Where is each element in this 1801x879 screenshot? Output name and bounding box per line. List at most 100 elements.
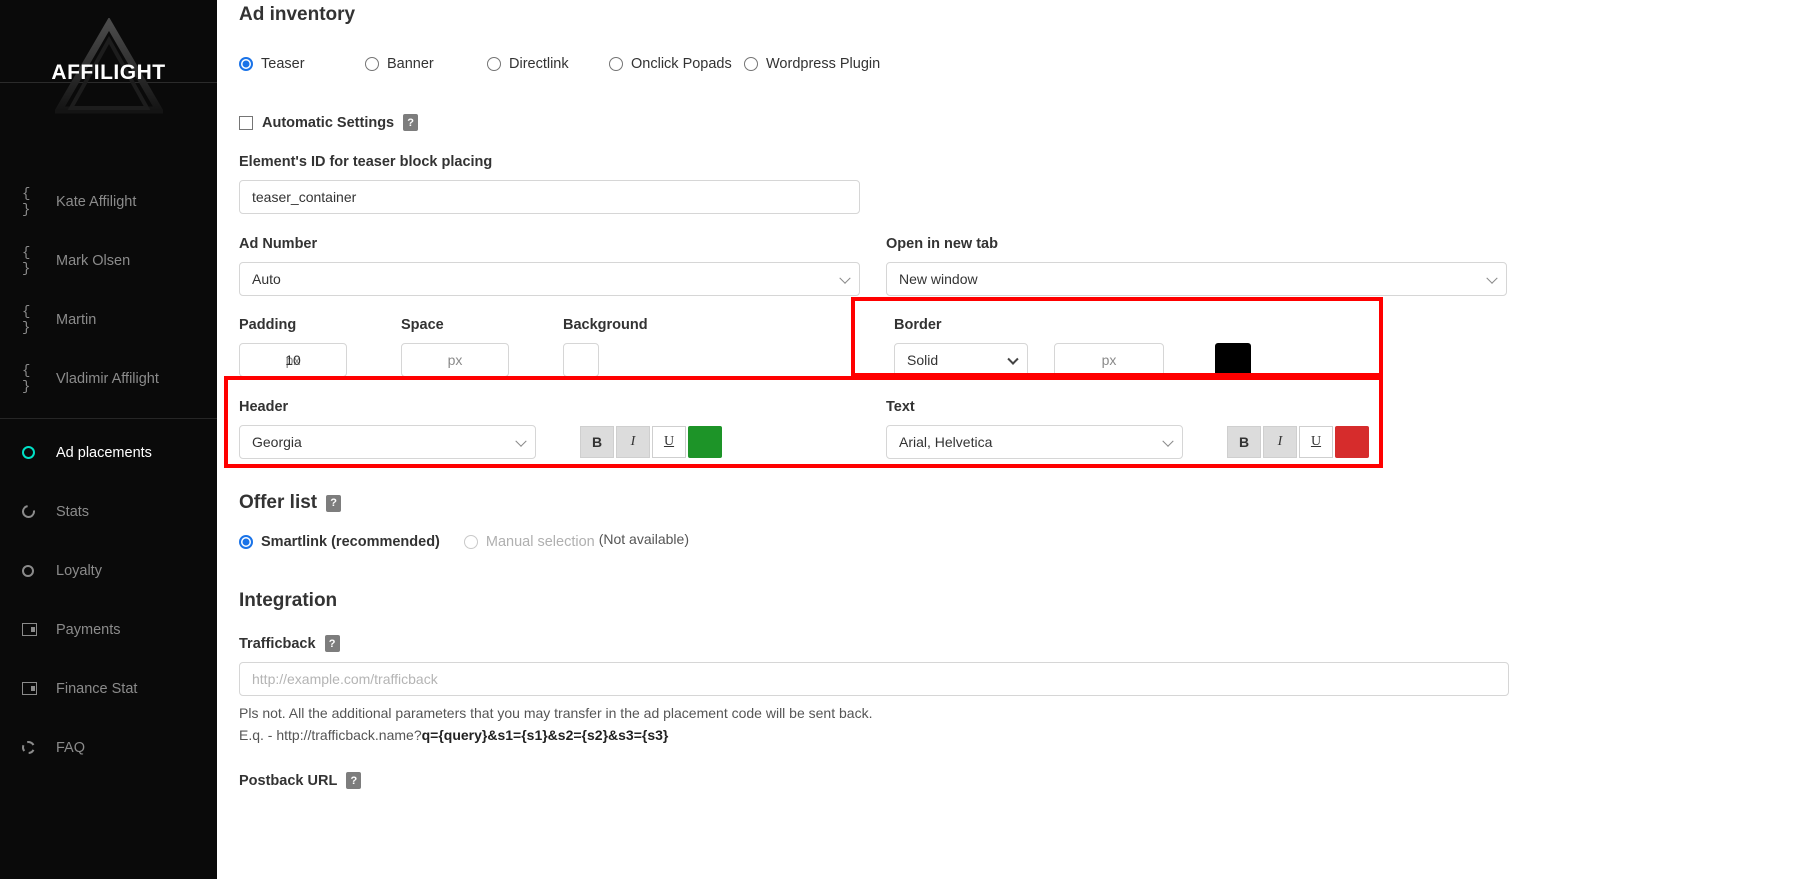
- background-color-input[interactable]: [563, 343, 599, 377]
- sidebar-item-label: Mark Olsen: [56, 252, 131, 269]
- radio-label: Onclick Popads: [631, 56, 732, 72]
- radio-label: Manual selection: [485, 534, 595, 550]
- sidebar-item-vladimir-affilight[interactable]: { } Vladimir Affilight: [0, 349, 217, 408]
- header-font-select[interactable]: Georgia: [239, 425, 536, 459]
- postback-label-row: Postback URL ?: [239, 772, 1781, 789]
- header-style-buttons: B I U: [580, 426, 722, 458]
- ring-thin-icon: [22, 564, 48, 577]
- text-bold-button[interactable]: B: [1227, 426, 1261, 458]
- trafficback-hint-prefix: E.q. - http://trafficback.name?: [239, 727, 422, 743]
- sidebar-item-ad-placements[interactable]: Ad placements: [0, 423, 217, 482]
- trafficback-hint: Pls not. All the additional parameters t…: [239, 702, 1781, 746]
- border-color-swatch[interactable]: [1215, 343, 1251, 377]
- trafficback-label-row: Trafficback ?: [239, 635, 1781, 652]
- ad-number-select[interactable]: Auto: [239, 262, 860, 296]
- dashed-circle-icon: [22, 741, 48, 754]
- text-italic-button[interactable]: I: [1263, 426, 1297, 458]
- padding-label: Padding: [239, 317, 297, 333]
- sidebar-item-mark-olsen[interactable]: { } Mark Olsen: [0, 231, 217, 290]
- postback-label: Postback URL: [239, 772, 338, 789]
- open-in-new-tab-field: Open in new tab New window: [886, 236, 1507, 296]
- checkbox-automatic-settings[interactable]: Automatic Settings: [239, 115, 394, 131]
- trafficback-label: Trafficback: [239, 635, 316, 652]
- header-color-swatch[interactable]: [688, 426, 722, 458]
- header-font-value: Georgia: [252, 434, 302, 450]
- manual-selection-note: (Not available): [598, 531, 689, 547]
- help-icon[interactable]: ?: [324, 635, 340, 652]
- sidebar-item-label: Ad placements: [56, 444, 152, 461]
- open-in-new-tab-select[interactable]: New window: [886, 262, 1507, 296]
- border-style-select[interactable]: Solid: [894, 343, 1028, 377]
- radio-teaser[interactable]: Teaser: [239, 56, 365, 72]
- header-italic-button[interactable]: I: [616, 426, 650, 458]
- sidebar-item-label: Payments: [56, 621, 121, 638]
- open-in-new-tab-label: Open in new tab: [886, 236, 998, 252]
- radio-banner[interactable]: Banner: [365, 56, 487, 72]
- radio-label: Directlink: [509, 56, 569, 72]
- sidebar-item-label: Loyalty: [56, 562, 102, 579]
- sidebar-item-faq[interactable]: FAQ: [0, 718, 217, 777]
- ad-number-row: Ad Number Auto Open in new tab New windo…: [239, 236, 1781, 296]
- trafficback-hint-params: q={query}&s1={s1}&s2={s2}&s3={s3}: [421, 727, 669, 743]
- border-width-value: [1055, 344, 1163, 376]
- help-icon[interactable]: ?: [346, 772, 362, 789]
- text-font-value: Arial, Helvetica: [899, 434, 993, 450]
- text-style-buttons: B I U: [1227, 426, 1369, 458]
- ad-number-field: Ad Number Auto: [239, 236, 860, 296]
- help-icon[interactable]: ?: [326, 494, 342, 512]
- element-id-field: Element's ID for teaser block placing: [239, 154, 1781, 214]
- ad-number-label: Ad Number: [239, 236, 318, 252]
- integration-title: Integration: [239, 590, 338, 611]
- automatic-settings-row: Automatic Settings ?: [239, 114, 1781, 131]
- space-field: Space px: [401, 317, 563, 377]
- sidebar-item-martin[interactable]: { } Martin: [0, 290, 217, 349]
- sidebar-item-loyalty[interactable]: Loyalty: [0, 541, 217, 600]
- text-underline-button[interactable]: U: [1299, 426, 1333, 458]
- trafficback-input[interactable]: [239, 662, 1509, 696]
- element-id-input[interactable]: [239, 180, 860, 214]
- radio-indicator: [365, 57, 379, 71]
- space-label: Space: [401, 317, 444, 333]
- text-typography-group: Text Arial, Helvetica B I U: [886, 399, 1369, 459]
- radio-smartlink[interactable]: Smartlink (recommended): [239, 534, 440, 550]
- radio-indicator: [239, 535, 253, 549]
- border-label: Border: [894, 317, 942, 333]
- text-label: Text: [886, 399, 915, 415]
- sidebar-item-kate-affilight[interactable]: { } Kate Affilight: [0, 172, 217, 231]
- background-label: Background: [563, 317, 648, 333]
- brand-logo[interactable]: AFFILIGHT: [0, 0, 217, 150]
- offer-list-title: Offer list: [239, 492, 318, 513]
- offer-list-header: Offer list ?: [239, 492, 1781, 514]
- radio-directlink[interactable]: Directlink: [487, 56, 609, 72]
- radio-indicator: [239, 57, 253, 71]
- main-content: Ad inventory Teaser Banner Directlink On…: [217, 0, 1801, 879]
- braces-icon: { }: [22, 362, 32, 395]
- trafficback-hint-line2: E.q. - http://trafficback.name?q={query}…: [239, 724, 1781, 746]
- padding-value: 10: [285, 352, 301, 368]
- sidebar-item-finance-stat[interactable]: Finance Stat: [0, 659, 217, 718]
- radio-label: Smartlink (recommended): [261, 534, 440, 550]
- sidebar-item-payments[interactable]: Payments: [0, 600, 217, 659]
- padding-input[interactable]: px 10: [239, 343, 347, 377]
- braces-icon: { }: [22, 244, 32, 277]
- ad-inventory-radio-group: Teaser Banner Directlink Onclick Popads …: [239, 56, 1781, 72]
- radio-wordpress-plugin[interactable]: Wordpress Plugin: [744, 56, 880, 72]
- radio-onclick-popads[interactable]: Onclick Popads: [609, 56, 744, 72]
- border-width-input[interactable]: px: [1054, 343, 1164, 377]
- help-icon[interactable]: ?: [403, 114, 419, 131]
- sidebar-item-label: Stats: [56, 503, 90, 520]
- sidebar-item-label: Finance Stat: [56, 680, 138, 697]
- space-input[interactable]: px: [401, 343, 509, 377]
- ad-placement-form: Ad inventory Teaser Banner Directlink On…: [217, 0, 1801, 789]
- header-underline-button[interactable]: U: [652, 426, 686, 458]
- checkbox-indicator: [239, 115, 253, 130]
- spacing-group: Padding px 10 Space px Background: [239, 317, 860, 377]
- text-color-swatch[interactable]: [1335, 426, 1369, 458]
- radio-indicator: [463, 535, 478, 549]
- sidebar-item-stats[interactable]: Stats: [0, 482, 217, 541]
- radio-manual-selection[interactable]: Manual selection: [463, 534, 595, 550]
- header-bold-button[interactable]: B: [580, 426, 614, 458]
- text-font-select[interactable]: Arial, Helvetica: [886, 425, 1183, 459]
- trafficback-hint-line1: Pls not. All the additional parameters t…: [239, 705, 873, 721]
- radio-indicator: [487, 57, 501, 71]
